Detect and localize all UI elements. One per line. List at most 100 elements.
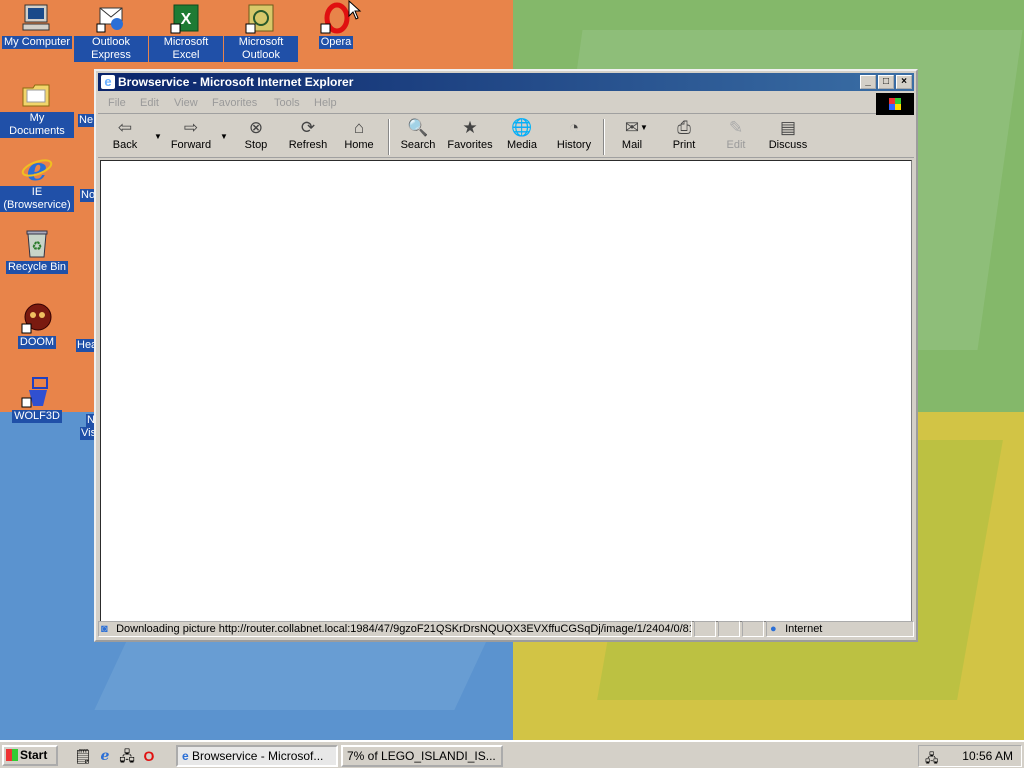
status-panel	[718, 621, 740, 637]
start-button[interactable]: Start	[2, 745, 58, 766]
close-button[interactable]: ×	[896, 75, 912, 89]
toolbar-label: Print	[672, 139, 696, 151]
desktop-icon-wolf3d[interactable]: WOLF3D	[0, 376, 74, 423]
internet-globe-icon: ●	[770, 623, 777, 635]
desktop-icon-label: DOOM	[17, 336, 57, 349]
status-panel	[742, 621, 764, 637]
folder-icon	[21, 78, 53, 110]
print-button[interactable]: ⎙ Print	[657, 117, 711, 152]
desktop-icon-outlook-express[interactable]: Outlook Express	[74, 2, 148, 62]
page-content-area[interactable]	[100, 160, 912, 622]
desktop-icon-label: My Documents	[0, 112, 74, 138]
ie-quicklaunch-icon[interactable]: e	[96, 747, 114, 765]
media-globe-icon: 🌐	[511, 118, 533, 137]
home-button[interactable]: ⌂ Home	[332, 117, 386, 152]
outlook-express-icon	[95, 2, 127, 34]
desktop-icon-my-documents[interactable]: My Documents	[0, 78, 74, 138]
toolbar-label: Forward	[170, 139, 212, 151]
search-button[interactable]: 🔍 Search	[391, 117, 445, 152]
printer-icon: ⎙	[677, 118, 691, 137]
clock[interactable]: 10:56 AM	[962, 749, 1013, 763]
stop-button[interactable]: ⊗ Stop	[229, 117, 283, 152]
menu-help[interactable]: Help	[314, 97, 337, 109]
mail-dropdown-icon[interactable]: ▼	[640, 123, 648, 132]
forward-arrow-icon: ⇨	[183, 118, 199, 137]
toolbar-label: Mail	[621, 139, 643, 151]
menu-view[interactable]: View	[174, 97, 198, 109]
toolbar-label: Media	[507, 139, 537, 151]
desktop-icon-doom[interactable]: DOOM	[0, 302, 74, 349]
minimize-button[interactable]: _	[860, 75, 876, 89]
svg-text:e: e	[27, 152, 47, 184]
zone-label: Internet	[785, 623, 823, 635]
toolbar-label: Discuss	[768, 139, 808, 151]
windows-logo-icon	[876, 93, 914, 115]
history-button[interactable]: ◔ History	[547, 117, 601, 152]
home-icon: ⌂	[353, 118, 365, 137]
maximize-button[interactable]: □	[878, 75, 894, 89]
desktop-icon-label: Microsoft Excel	[149, 36, 223, 62]
edit-pencil-icon: ✎	[728, 118, 744, 137]
wolf3d-icon	[21, 376, 53, 408]
menu-favorites[interactable]: Favorites	[212, 97, 257, 109]
window-title: Browservice - Microsoft Internet Explore…	[118, 75, 354, 89]
history-clock-icon: ◔	[568, 118, 580, 137]
taskbar: Start 🗒 e 🖧 O e Browservice - Microsof..…	[0, 740, 1024, 768]
toolbar-label: Refresh	[288, 139, 328, 151]
desktop-icon-ie-browservice[interactable]: e IE (Browservice)	[0, 150, 74, 212]
search-icon: 🔍	[407, 118, 429, 137]
forward-dropdown-icon[interactable]: ▼	[220, 132, 228, 141]
outlook-icon	[245, 2, 277, 34]
title-bar[interactable]: e Browservice - Microsoft Internet Explo…	[98, 73, 914, 91]
back-button[interactable]: ⇦ Back	[98, 117, 152, 152]
page-loading-icon: ◙	[101, 623, 108, 635]
opera-quicklaunch-icon[interactable]: O	[140, 747, 158, 765]
excel-icon: X	[170, 2, 202, 34]
desktop-quicklaunch-icon[interactable]: 🖧	[118, 747, 136, 765]
toolbar-label: Edit	[726, 139, 746, 151]
desktop-icon-label: IE (Browservice)	[0, 186, 74, 212]
internet-explorer-icon: e	[21, 150, 53, 188]
security-zone-panel: ● Internet	[766, 621, 914, 637]
task-label: 7% of LEGO_ISLANDI_IS...	[347, 749, 496, 763]
windows-logo-icon	[6, 749, 18, 761]
back-dropdown-icon[interactable]: ▼	[154, 132, 162, 141]
desktop-icon-microsoft-outlook[interactable]: Microsoft Outlook	[224, 2, 298, 62]
desktop-icon-microsoft-excel[interactable]: X Microsoft Excel	[149, 2, 223, 62]
desktop-icon-my-computer[interactable]: My Computer	[0, 2, 74, 49]
start-label: Start	[20, 748, 48, 762]
ie-task-icon: e	[182, 749, 189, 763]
discuss-button[interactable]: ▤ Discuss	[761, 117, 815, 152]
menu-tools[interactable]: Tools	[274, 97, 300, 109]
mail-button[interactable]: ✉ Mail	[605, 117, 659, 152]
menu-file[interactable]: File	[108, 97, 126, 109]
desktop-icon-label: Recycle Bin	[5, 261, 69, 274]
standard-toolbar: ⇦ Back ▼ ⇨ Forward ▼ ⊗ Stop ⟳ Refresh ⌂ …	[98, 115, 914, 158]
status-panel	[694, 621, 716, 637]
media-button[interactable]: 🌐 Media	[495, 117, 549, 152]
taskbar-button-browservice[interactable]: e Browservice - Microsof...	[176, 745, 338, 767]
desktop-icon-recycle-bin[interactable]: ♻ Recycle Bin	[0, 227, 74, 274]
toolbar-label: Stop	[244, 139, 268, 151]
system-tray: 🖧 10:56 AM	[918, 745, 1022, 767]
network-icon[interactable]: 🖧	[925, 749, 939, 765]
discuss-icon: ▤	[779, 118, 797, 137]
show-desktop-icon[interactable]: 🗒	[74, 747, 92, 765]
toolbar-label: History	[556, 139, 592, 151]
task-label: Browservice - Microsof...	[192, 749, 324, 763]
refresh-button[interactable]: ⟳ Refresh	[281, 117, 335, 152]
doom-icon	[21, 302, 53, 334]
hidden-icon-label: Ne	[78, 114, 95, 127]
back-arrow-icon: ⇦	[117, 118, 133, 137]
favorites-button[interactable]: ★ Favorites	[443, 117, 497, 152]
recycle-bin-icon: ♻	[21, 227, 53, 259]
forward-button[interactable]: ⇨ Forward	[164, 117, 218, 152]
ie-logo-icon: e	[101, 75, 115, 89]
ie-window[interactable]: e Browservice - Microsoft Internet Explo…	[94, 69, 918, 642]
edit-button[interactable]: ✎ Edit	[709, 117, 763, 152]
desktop-icon-label: Outlook Express	[74, 36, 148, 62]
mouse-cursor-icon	[348, 0, 362, 20]
taskbar-button-download[interactable]: 7% of LEGO_ISLANDI_IS...	[341, 745, 503, 767]
svg-text:X: X	[181, 11, 192, 28]
menu-edit[interactable]: Edit	[140, 97, 159, 109]
